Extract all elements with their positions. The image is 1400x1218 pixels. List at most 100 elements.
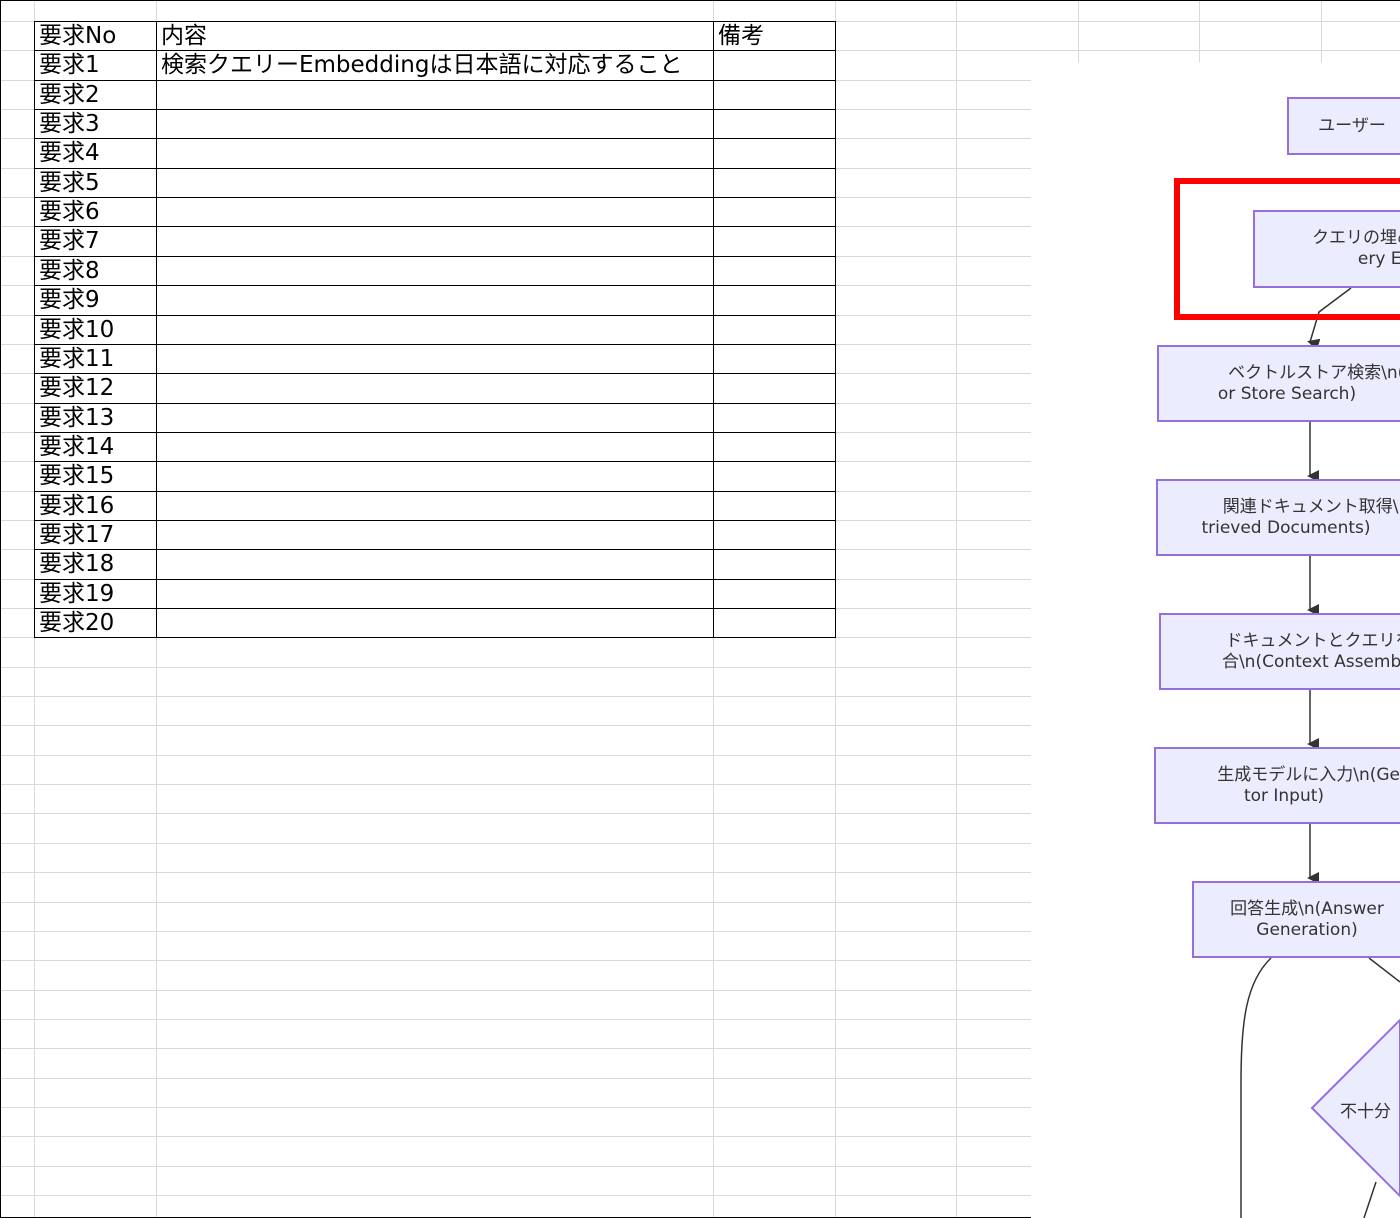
gridline-horizontal (1, 1019, 1032, 1020)
table-cell[interactable] (156, 374, 713, 402)
gridline-vertical (1321, 1, 1322, 63)
table-cell[interactable] (156, 286, 713, 314)
table-cell[interactable] (713, 227, 835, 255)
table-border-horizontal (34, 344, 836, 345)
table-cell[interactable]: 要求20 (34, 609, 156, 637)
table-cell[interactable] (156, 169, 713, 197)
table-cell[interactable] (156, 550, 713, 578)
table-cell[interactable]: 要求7 (34, 227, 156, 255)
table-cell[interactable] (713, 169, 835, 197)
table-cell[interactable]: 要求12 (34, 374, 156, 402)
table-cell[interactable]: 要求3 (34, 110, 156, 138)
node-retrieve-line1: 関連ドキュメント取得\n (1222, 496, 1400, 517)
table-border-horizontal (34, 168, 836, 169)
table-border-horizontal (34, 549, 836, 550)
node-user-line1: ユーザー (1318, 115, 1386, 136)
table-cell[interactable] (713, 139, 835, 167)
table-cell[interactable]: 検索クエリーEmbeddingは日本語に対応すること (156, 51, 713, 79)
table-cell[interactable] (156, 316, 713, 344)
table-cell[interactable]: 要求17 (34, 521, 156, 549)
table-cell[interactable]: 要求18 (34, 550, 156, 578)
table-cell[interactable] (713, 345, 835, 373)
table-border-horizontal (34, 80, 836, 81)
table-cell[interactable] (713, 374, 835, 402)
table-cell[interactable]: 要求4 (34, 139, 156, 167)
table-border-horizontal (34, 608, 836, 609)
table-cell[interactable] (156, 580, 713, 608)
table-cell[interactable] (156, 110, 713, 138)
table-cell[interactable]: 要求19 (34, 580, 156, 608)
table-cell[interactable] (156, 521, 713, 549)
header-cell[interactable]: 備考 (713, 22, 835, 50)
edge-answer-loop (1240, 957, 1272, 1218)
table-cell[interactable]: 要求1 (34, 51, 156, 79)
gridline-vertical (1199, 1, 1200, 63)
table-cell[interactable] (713, 404, 835, 432)
flowchart-image: ユーザー クエリの埋め ery Em ベクトルストア検索\n(V or Stor… (1031, 62, 1400, 1218)
table-border-horizontal (34, 315, 836, 316)
table-cell[interactable] (156, 227, 713, 255)
table-cell[interactable]: 要求15 (34, 462, 156, 490)
table-cell[interactable] (713, 433, 835, 461)
table-border-vertical (835, 21, 836, 638)
table-border-horizontal (34, 403, 836, 404)
table-cell[interactable] (156, 492, 713, 520)
table-cell[interactable]: 要求13 (34, 404, 156, 432)
table-cell[interactable] (156, 81, 713, 109)
table-border-horizontal (34, 256, 836, 257)
table-cell[interactable] (713, 609, 835, 637)
table-cell[interactable] (156, 433, 713, 461)
table-cell[interactable] (713, 51, 835, 79)
table-cell[interactable]: 要求8 (34, 257, 156, 285)
node-genin-line1: 生成モデルに入力\n(Gen (1217, 764, 1400, 785)
node-decision-label: 不十分 (1340, 1102, 1391, 1122)
gridline-horizontal (1, 1195, 1032, 1196)
table-cell[interactable] (713, 550, 835, 578)
table-cell[interactable]: 要求9 (34, 286, 156, 314)
table-cell[interactable]: 要求6 (34, 198, 156, 226)
table-border-horizontal (34, 637, 836, 638)
gridline-horizontal (1, 1078, 1032, 1079)
node-answer-line2: Generation) (1256, 919, 1358, 940)
table-cell[interactable]: 要求10 (34, 316, 156, 344)
table-cell[interactable] (713, 521, 835, 549)
gridline-horizontal (1, 813, 1032, 814)
table-cell[interactable] (713, 110, 835, 138)
table-cell[interactable] (156, 139, 713, 167)
node-context-line2: 合\n(Context Assembly (1221, 651, 1400, 672)
table-cell[interactable] (713, 462, 835, 490)
table-cell[interactable]: 要求14 (34, 433, 156, 461)
table-cell[interactable] (156, 462, 713, 490)
table-cell[interactable]: 要求5 (34, 169, 156, 197)
header-cell[interactable]: 内容 (156, 22, 713, 50)
table-cell[interactable]: 要求16 (34, 492, 156, 520)
gridline-horizontal (1, 1136, 1032, 1137)
gridline-horizontal (1, 725, 1032, 726)
table-cell[interactable] (713, 81, 835, 109)
table-cell[interactable] (713, 198, 835, 226)
table-border-horizontal (34, 520, 836, 521)
header-cell[interactable]: 要求No (34, 22, 156, 50)
table-border-horizontal (34, 285, 836, 286)
table-cell[interactable] (156, 257, 713, 285)
table-cell[interactable] (713, 286, 835, 314)
table-cell[interactable]: 要求11 (34, 345, 156, 373)
highlight-box (1174, 178, 1400, 320)
table-cell[interactable]: 要求2 (34, 81, 156, 109)
node-answer-generation: 回答生成\n(Answer Generation) (1192, 881, 1400, 958)
table-border-vertical (34, 21, 35, 638)
node-genin-line2: tor Input) (1243, 785, 1325, 806)
table-cell[interactable] (713, 492, 835, 520)
table-cell[interactable] (713, 257, 835, 285)
table-cell[interactable] (713, 580, 835, 608)
gridline-vertical (1078, 1, 1079, 63)
table-cell[interactable] (156, 404, 713, 432)
node-vector-search: ベクトルストア検索\n(V or Store Search) (1157, 345, 1400, 422)
table-cell[interactable] (156, 609, 713, 637)
edge-decision-down (1363, 1181, 1377, 1218)
table-cell[interactable] (156, 345, 713, 373)
gridline-horizontal (1, 872, 1032, 873)
node-context-assembly: ドキュメントとクエリを 合\n(Context Assembly (1159, 613, 1400, 690)
table-cell[interactable] (713, 316, 835, 344)
table-cell[interactable] (156, 198, 713, 226)
